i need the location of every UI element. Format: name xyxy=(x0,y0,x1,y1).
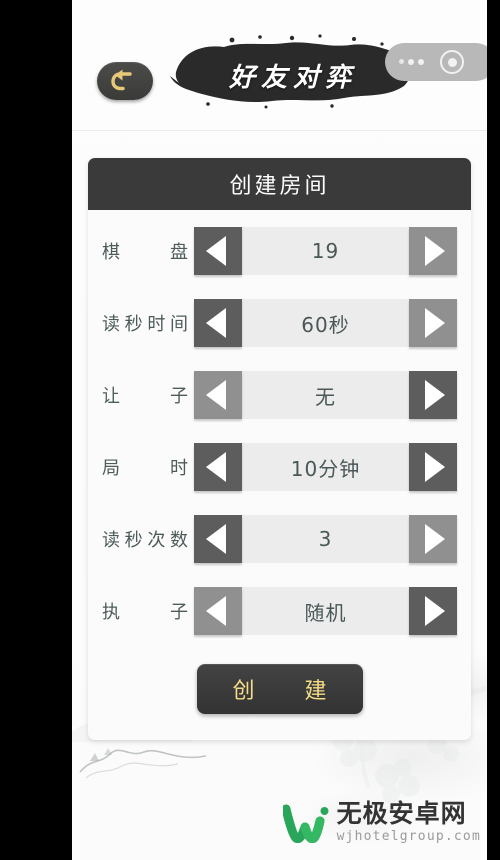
device-screen: 好友对弈 创建房间 棋 盘 19 读秒时间 60秒 让 子 无 局 时 10分钟… xyxy=(0,0,500,860)
stepper-next-button[interactable] xyxy=(409,443,457,491)
stepper-value: 10分钟 xyxy=(290,456,361,481)
w-logo-icon xyxy=(282,804,329,843)
stepper-next-button[interactable] xyxy=(409,371,457,419)
stepper-value: 3 xyxy=(318,527,333,551)
stepper-value: 无 xyxy=(315,384,336,409)
stepper-board: 19 xyxy=(194,227,457,275)
circle-target-icon[interactable] xyxy=(440,50,464,74)
setting-label: 读秒时间 xyxy=(102,314,188,335)
app-viewport: 好友对弈 创建房间 棋 盘 19 读秒时间 60秒 让 子 无 局 时 10分钟… xyxy=(72,0,487,860)
stepper-prev-button[interactable] xyxy=(194,443,242,491)
stepper-prev-button[interactable] xyxy=(194,515,242,563)
site-watermark: 无极安卓网 wjhotelgroup.com xyxy=(282,799,481,845)
stepper-value: 随机 xyxy=(304,600,347,625)
setting-row-main-time: 局 时 10分钟 xyxy=(102,438,457,496)
back-arrow-icon xyxy=(111,69,132,91)
stepper-next-button[interactable] xyxy=(409,227,457,275)
create-room-button[interactable]: 创 建 xyxy=(196,664,363,714)
setting-label: 让 子 xyxy=(102,386,188,407)
page-title: 好友对弈 xyxy=(228,63,357,93)
back-button[interactable] xyxy=(97,62,153,100)
stepper-next-button[interactable] xyxy=(409,515,457,563)
stepper-stone-color: 随机 xyxy=(194,587,457,635)
setting-row-board: 棋 盘 19 xyxy=(102,222,457,280)
setting-label: 读秒次数 xyxy=(102,530,188,551)
setting-row-stone-color: 执 子 随机 xyxy=(102,582,457,640)
setting-row-byoyomi-time: 读秒时间 60秒 xyxy=(102,294,457,352)
stepper-next-button[interactable] xyxy=(409,299,457,347)
setting-row-byoyomi-periods: 读秒次数 3 xyxy=(102,510,457,568)
setting-row-handicap: 让 子 无 xyxy=(102,366,457,424)
stepper-handicap: 无 xyxy=(194,371,457,419)
setting-label: 执 子 xyxy=(102,602,188,623)
stepper-next-button[interactable] xyxy=(409,587,457,635)
page-title-banner: 好友对弈 xyxy=(168,32,418,112)
floating-system-control[interactable] xyxy=(385,43,487,81)
create-room-panel: 创建房间 棋 盘 19 读秒时间 60秒 让 子 无 局 时 10分钟 读秒次数… xyxy=(88,158,471,740)
stepper-prev-button[interactable] xyxy=(194,587,242,635)
watermark-url: wjhotelgroup.com xyxy=(336,829,481,845)
stepper-value: 19 xyxy=(311,239,340,263)
stepper-prev-button[interactable] xyxy=(194,227,242,275)
stepper-value: 60秒 xyxy=(301,312,350,337)
watermark-texts: 无极安卓网 wjhotelgroup.com xyxy=(336,799,481,845)
setting-label: 局 时 xyxy=(102,458,188,479)
stepper-prev-button[interactable] xyxy=(194,299,242,347)
watermark-name: 无极安卓网 xyxy=(336,799,467,829)
stepper-byoyomi-periods: 3 xyxy=(194,515,457,563)
panel-title: 创建房间 xyxy=(88,158,471,210)
create-button-row: 创 建 xyxy=(102,654,457,740)
stepper-prev-button[interactable] xyxy=(194,371,242,419)
app-header: 好友对弈 xyxy=(72,0,487,131)
setting-label: 棋 盘 xyxy=(102,242,188,263)
stepper-byoyomi-time: 60秒 xyxy=(194,299,457,347)
settings-list: 棋 盘 19 读秒时间 60秒 让 子 无 局 时 10分钟 读秒次数 3 执 … xyxy=(88,210,471,740)
stepper-main-time: 10分钟 xyxy=(194,443,457,491)
three-dots-icon xyxy=(399,59,424,65)
